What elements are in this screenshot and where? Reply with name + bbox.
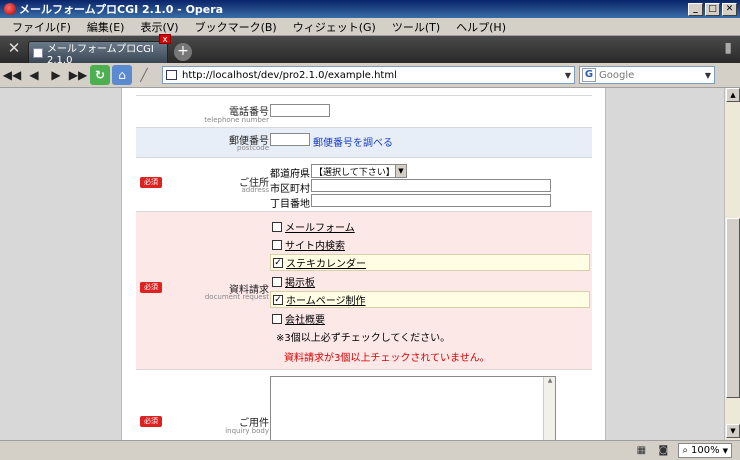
material-option-label: サイト内検索 xyxy=(285,241,345,252)
material-option-label: ステキカレンダー xyxy=(286,259,366,270)
form-row-phone: 電話番号 telephone number xyxy=(136,96,592,128)
page-content: 電話番号 telephone number 郵便番号 postcode 郵便番号… xyxy=(121,88,606,440)
materials-error: 資料請求が3個以上チェックされていません。 xyxy=(284,353,490,364)
camera-icon[interactable]: ◙ xyxy=(656,445,670,457)
minimize-button[interactable]: _ xyxy=(688,2,703,16)
chevron-down-icon[interactable]: ▼ xyxy=(723,447,728,455)
prefecture-select[interactable]: 【選択して下さい】 ▼ xyxy=(311,164,407,178)
maximize-button[interactable]: □ xyxy=(705,2,720,16)
checkbox-checked[interactable]: ✓ xyxy=(273,294,283,305)
phone-sublabel: telephone number xyxy=(204,116,269,124)
material-option-label: ホームページ制作 xyxy=(286,296,366,307)
street-input[interactable] xyxy=(311,194,551,207)
textarea-scrollbar[interactable]: ▲ xyxy=(543,377,555,440)
inquiry-sublabel: inquiry body xyxy=(225,427,269,435)
required-badge: 必須 xyxy=(140,416,162,427)
menu-help[interactable]: ヘルプ(H) xyxy=(448,19,514,35)
material-option[interactable]: ✓ ホームページ制作 xyxy=(270,291,590,308)
menu-bar: ファイル(F) 編集(E) 表示(V) ブックマーク(B) ウィジェット(G) … xyxy=(0,18,740,36)
menu-tools[interactable]: ツール(T) xyxy=(384,19,448,35)
material-option-label: 会社概要 xyxy=(285,315,325,326)
wand-icon[interactable]: ╱ xyxy=(134,65,154,85)
tab-label: メールフォームプロCGI 2.1.0 xyxy=(46,43,154,66)
chevron-down-icon[interactable]: ▼ xyxy=(702,71,714,80)
page-scrollbar[interactable]: ▲ ▼ xyxy=(724,88,740,440)
materials-sublabel: document request xyxy=(204,293,269,301)
required-badge: 必須 xyxy=(140,282,162,293)
trash-icon[interactable]: ▮ xyxy=(724,40,732,56)
search-input[interactable]: Google xyxy=(599,70,702,81)
tab-bar: ✕ メールフォームプロCGI 2.1.0 x + ▮ xyxy=(0,34,740,66)
form-row-inquiry: 必須 ご用件 inquiry body ▲ xyxy=(136,370,592,440)
address-bar[interactable]: http://localhost/dev/pro2.1.0/example.ht… xyxy=(162,66,575,84)
material-option-label: メールフォーム xyxy=(285,223,355,234)
menu-widgets[interactable]: ウィジェット(G) xyxy=(285,19,384,35)
checkbox[interactable] xyxy=(272,276,282,287)
scroll-up-icon[interactable]: ▲ xyxy=(726,88,740,102)
prefecture-select-value: 【選択して下さい】 xyxy=(314,167,395,178)
status-bar: ▦ ◙ ⌕ 100% ▼ xyxy=(0,440,740,460)
chevron-down-icon[interactable]: ▼ xyxy=(395,165,406,177)
menu-bookmarks[interactable]: ブックマーク(B) xyxy=(187,19,285,35)
checkbox[interactable] xyxy=(272,239,282,250)
magnifier-icon: ⌕ xyxy=(682,445,689,456)
postal-lookup-link[interactable]: 郵便番号を調べる xyxy=(313,134,393,149)
material-option[interactable]: ✓ ステキカレンダー xyxy=(270,254,590,271)
google-icon: G xyxy=(582,68,596,82)
material-option[interactable]: メールフォーム xyxy=(270,218,355,235)
checkbox-checked[interactable]: ✓ xyxy=(273,257,283,268)
checkbox[interactable] xyxy=(272,221,282,232)
search-box[interactable]: G Google ▼ xyxy=(579,66,715,84)
city-label: 市区町村 xyxy=(270,184,310,195)
material-option[interactable]: 会社概要 xyxy=(270,310,325,327)
opera-icon xyxy=(4,3,16,15)
forward-icon[interactable]: ▶ xyxy=(46,65,66,85)
materials-note: ※3個以上必ずチェックしてください。 xyxy=(276,333,451,344)
zoom-level: 100% xyxy=(691,445,720,456)
inquiry-textarea[interactable]: ▲ xyxy=(270,376,556,440)
new-tab-icon[interactable]: + xyxy=(174,43,192,61)
city-input[interactable] xyxy=(311,179,551,192)
form-row-address: 必須 ご住所 address 都道府県 【選択して下さい】 ▼ 市区町村 丁目番… xyxy=(136,158,592,212)
scroll-down-icon[interactable]: ▼ xyxy=(726,424,740,438)
chevron-down-icon[interactable]: ▼ xyxy=(562,71,574,80)
navigation-bar: ◀◀ ◀ ▶ ▶▶ ↻ ⌂ ╱ http://localhost/dev/pro… xyxy=(0,63,740,88)
form-row-materials: 必須 資料請求 document request メールフォーム サイト内検索 … xyxy=(136,212,592,370)
window-title: メールフォームプロCGI 2.1.0 - Opera xyxy=(19,3,224,16)
postal-input[interactable] xyxy=(270,133,310,146)
page-viewport: 電話番号 telephone number 郵便番号 postcode 郵便番号… xyxy=(0,88,724,440)
page-icon xyxy=(166,70,177,80)
material-option-label: 掲示板 xyxy=(285,278,315,289)
checkbox[interactable] xyxy=(272,313,282,324)
material-option[interactable]: 掲示板 xyxy=(270,273,315,290)
address-url[interactable]: http://localhost/dev/pro2.1.0/example.ht… xyxy=(182,70,562,81)
close-window-button[interactable]: ✕ xyxy=(722,2,737,16)
menu-edit[interactable]: 編集(E) xyxy=(79,19,133,35)
form-row-top xyxy=(136,88,592,96)
postal-sublabel: postcode xyxy=(237,144,269,152)
scrollbar-thumb[interactable] xyxy=(726,218,740,398)
address-sublabel: address xyxy=(241,186,269,194)
form-row-postal: 郵便番号 postcode 郵便番号を調べる xyxy=(136,128,592,158)
reload-icon[interactable]: ↻ xyxy=(90,65,110,85)
fast-forward-icon[interactable]: ▶▶ xyxy=(68,65,88,85)
menu-file[interactable]: ファイル(F) xyxy=(4,19,79,35)
prefecture-label: 都道府県 xyxy=(270,169,310,180)
home-icon[interactable]: ⌂ xyxy=(112,65,132,85)
phone-input[interactable] xyxy=(270,104,330,117)
title-bar: メールフォームプロCGI 2.1.0 - Opera _ □ ✕ xyxy=(0,0,740,18)
tab-active[interactable]: メールフォームプロCGI 2.1.0 x xyxy=(28,34,171,66)
material-option[interactable]: サイト内検索 xyxy=(270,236,345,253)
zoom-control[interactable]: ⌕ 100% ▼ xyxy=(678,443,732,458)
tools-icon[interactable]: ✕ xyxy=(0,36,28,63)
required-badge: 必須 xyxy=(140,177,162,188)
presentation-icon[interactable]: ▦ xyxy=(634,445,648,457)
tab-close-button[interactable]: x xyxy=(159,34,171,45)
street-label: 丁目番地 xyxy=(270,199,310,210)
scroll-up-icon[interactable]: ▲ xyxy=(544,377,556,388)
rewind-icon[interactable]: ◀◀ xyxy=(2,65,22,85)
menu-view[interactable]: 表示(V) xyxy=(132,19,186,35)
back-icon[interactable]: ◀ xyxy=(24,65,44,85)
page-icon xyxy=(33,47,43,58)
